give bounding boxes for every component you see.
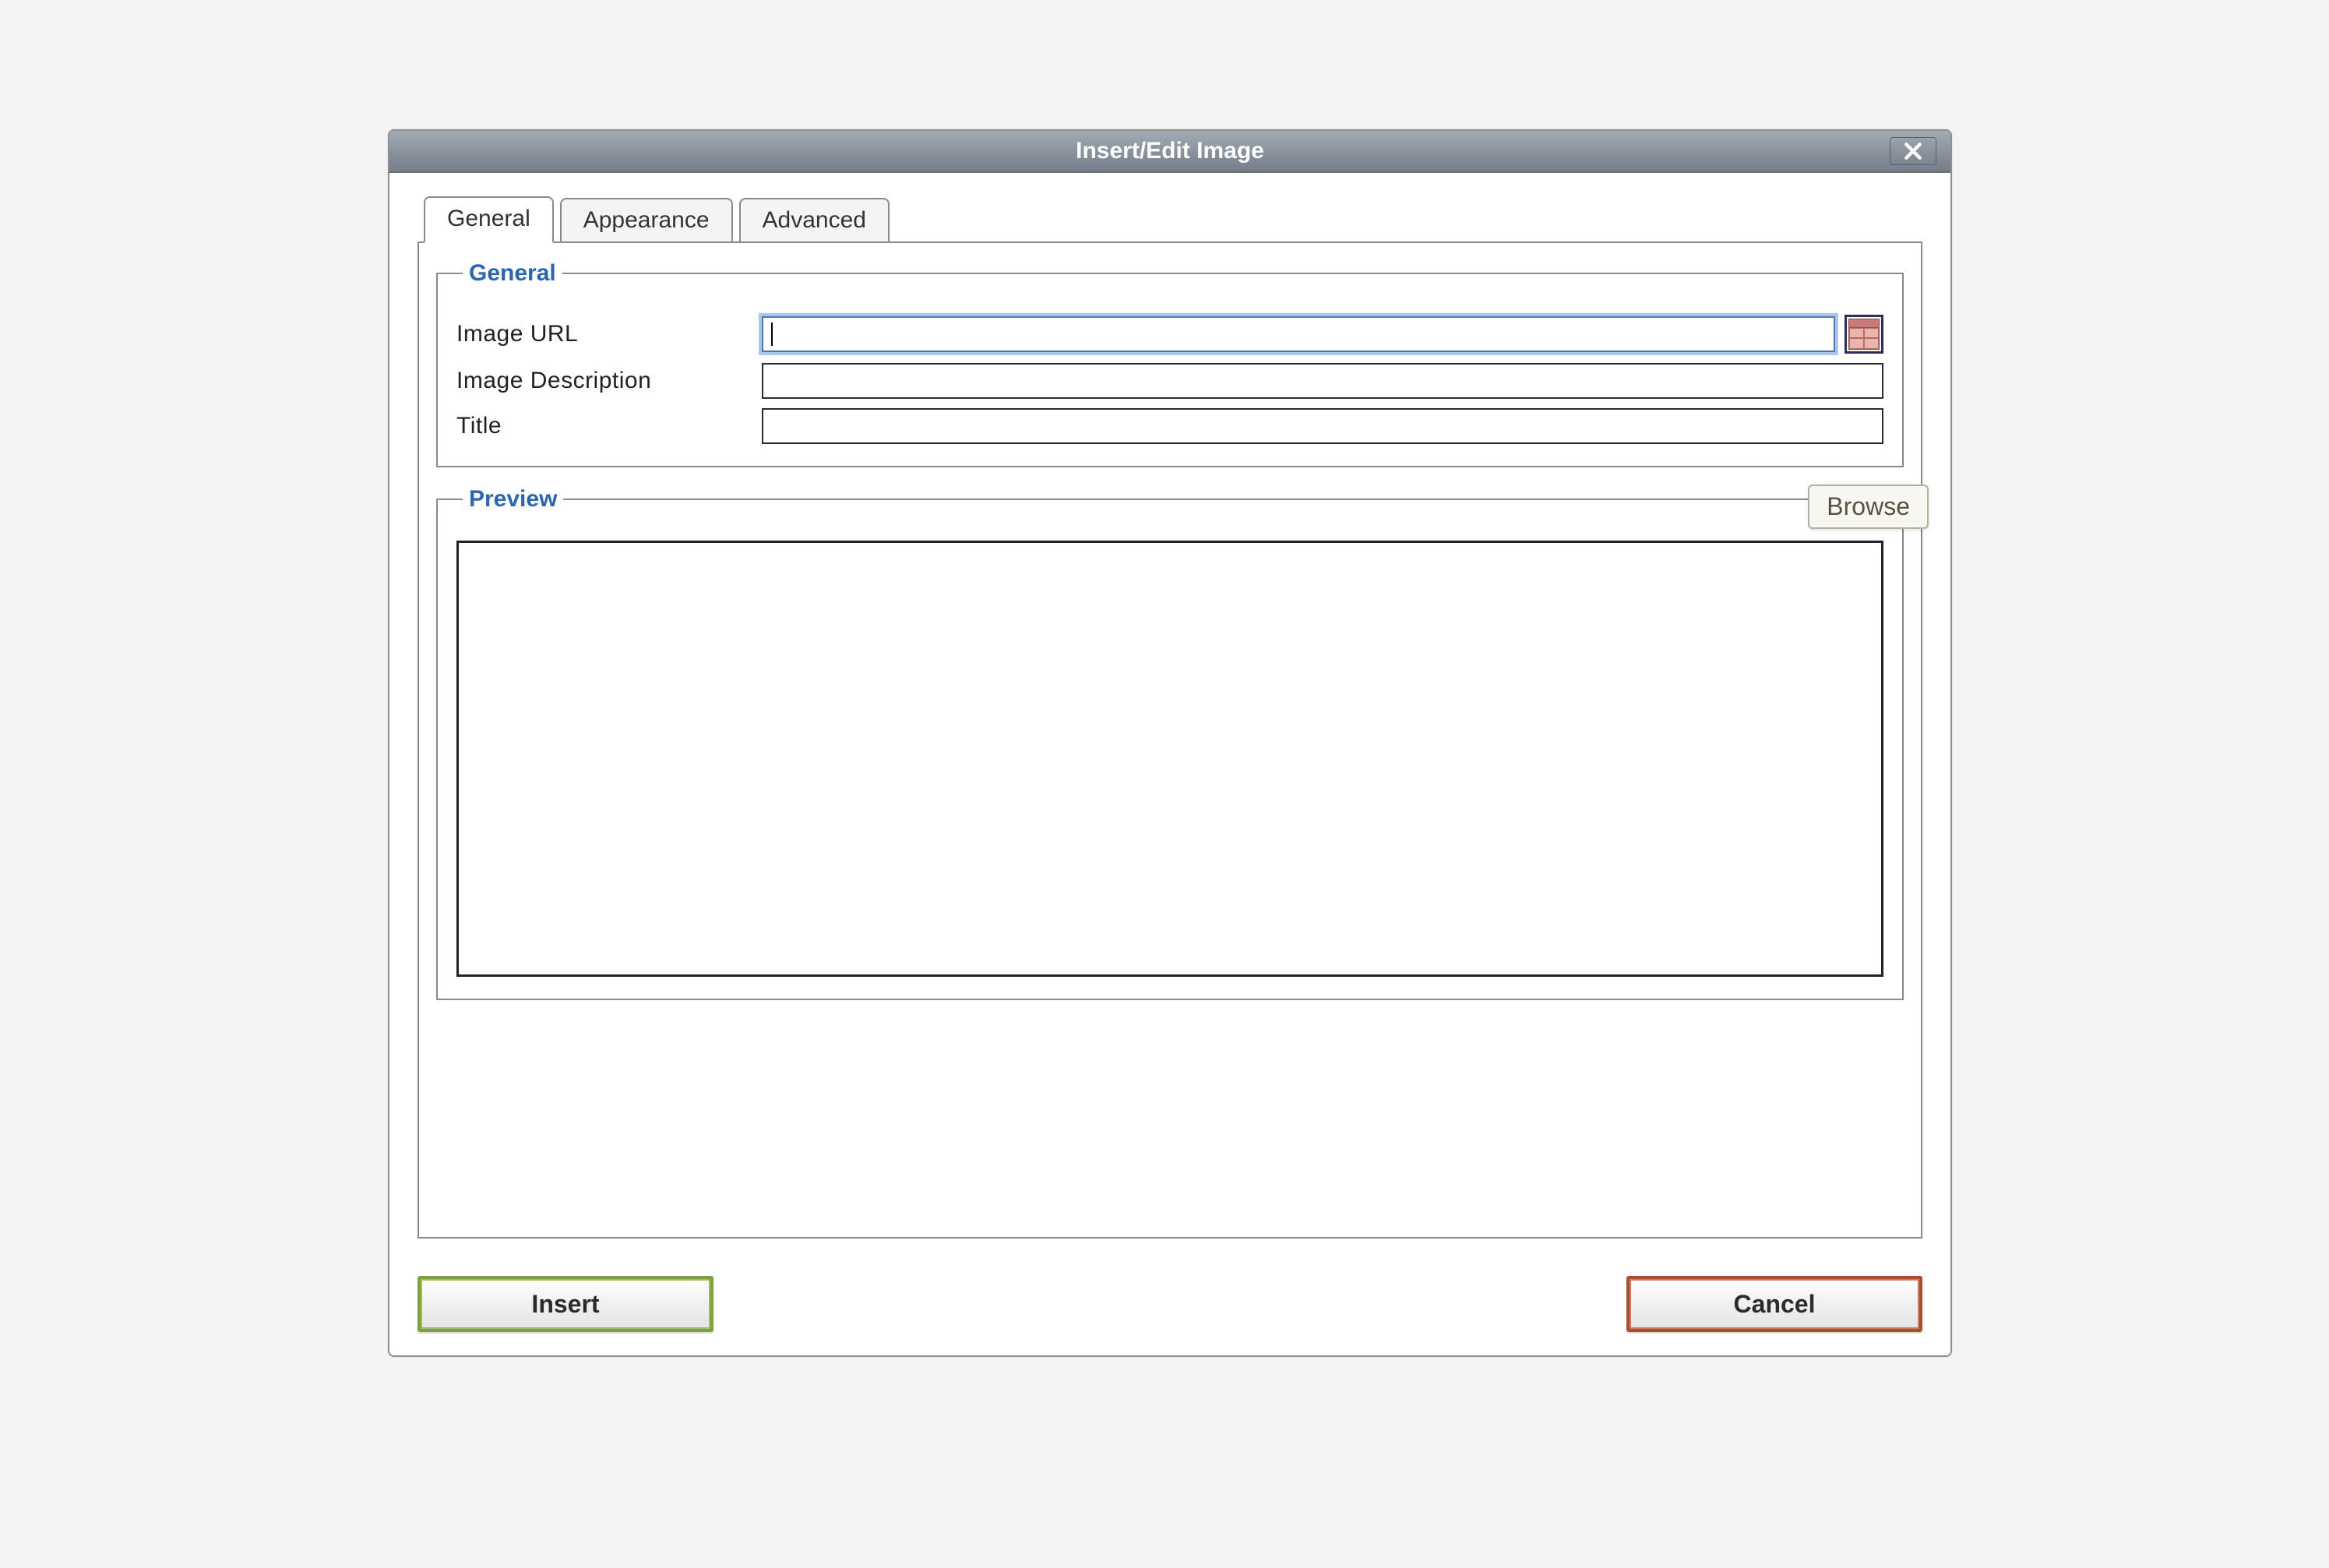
- browse-icon: [1848, 319, 1880, 350]
- text-caret: [771, 322, 773, 346]
- insert-button[interactable]: Insert: [418, 1276, 713, 1332]
- fieldset-legend: Preview: [463, 486, 563, 513]
- tab-list: General Appearance Advanced: [418, 196, 1922, 243]
- tab-advanced[interactable]: Advanced: [739, 198, 890, 245]
- label-title: Title: [456, 413, 752, 439]
- close-button[interactable]: [1890, 137, 1936, 165]
- row-title: Title: [456, 408, 1883, 444]
- fieldset-preview: Preview: [436, 486, 1904, 1000]
- fieldset-general: General Image URL: [436, 260, 1904, 467]
- titlebar: Insert/Edit Image: [389, 131, 1950, 173]
- tab-label: Advanced: [763, 207, 866, 233]
- tab-label: General: [447, 206, 530, 231]
- tooltip-text: Browse: [1827, 492, 1910, 520]
- dialog-body: General Appearance Advanced General Imag…: [389, 173, 1950, 1257]
- tab-panel-general: General Image URL: [418, 241, 1922, 1239]
- cancel-button[interactable]: Cancel: [1626, 1276, 1922, 1332]
- label-image-url: Image URL: [456, 321, 752, 347]
- label-image-description: Image Description: [456, 368, 752, 394]
- row-image-description: Image Description: [456, 363, 1883, 399]
- row-image-url: Image URL: [456, 315, 1883, 354]
- tab-appearance[interactable]: Appearance: [560, 198, 733, 245]
- insert-edit-image-dialog: Insert/Edit Image General Appearance Adv…: [388, 129, 1952, 1357]
- browse-tooltip: Browse: [1808, 484, 1929, 529]
- button-bar: Insert Cancel: [389, 1257, 1950, 1355]
- title-input[interactable]: [762, 408, 1883, 444]
- button-label: Cancel: [1734, 1290, 1816, 1319]
- browse-button[interactable]: [1845, 315, 1883, 354]
- image-description-input[interactable]: [762, 363, 1883, 399]
- button-label: Insert: [531, 1290, 599, 1319]
- image-url-input[interactable]: [762, 316, 1835, 352]
- tab-general[interactable]: General: [424, 196, 554, 243]
- tab-label: Appearance: [583, 207, 710, 233]
- close-icon: [1903, 141, 1923, 161]
- dialog-title: Insert/Edit Image: [1076, 138, 1264, 164]
- fieldset-legend: General: [463, 260, 562, 287]
- preview-area: [456, 541, 1883, 977]
